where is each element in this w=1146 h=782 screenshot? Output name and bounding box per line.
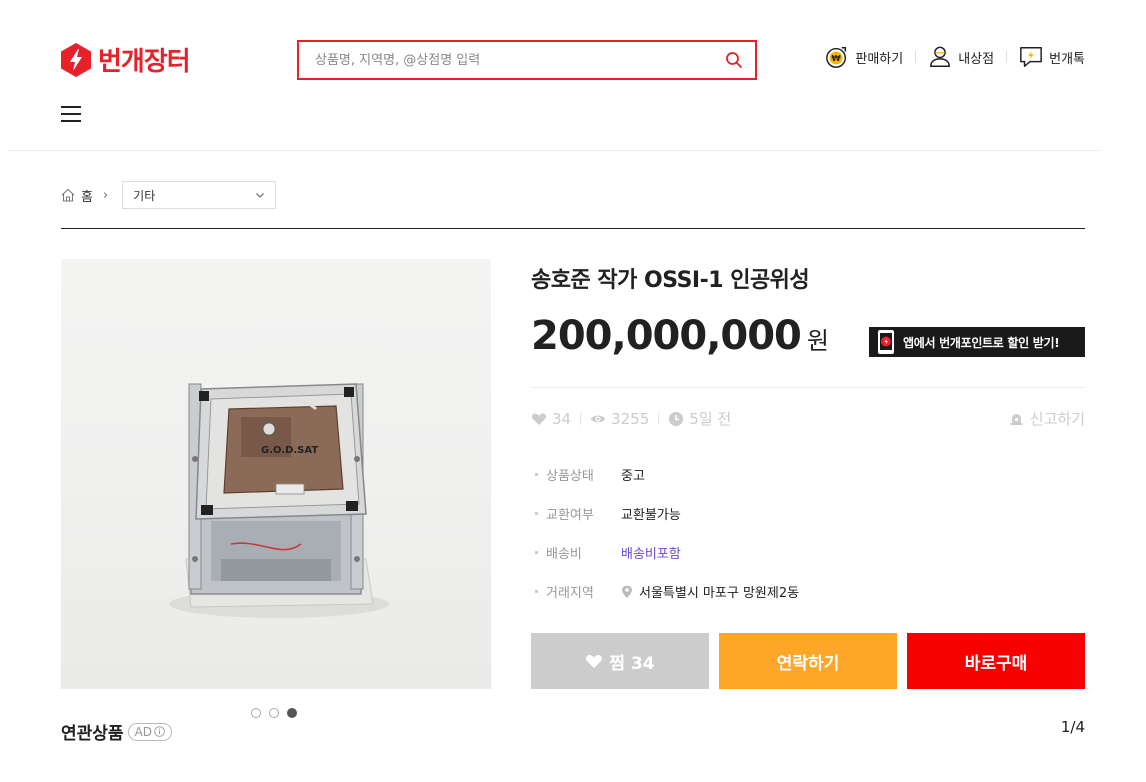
detail-value: 교환불가능 — [621, 508, 681, 523]
menu-divider — [915, 51, 917, 63]
stat-divider — [658, 412, 660, 425]
detail-value: 중고 — [621, 469, 645, 484]
sell-won-icon: ₩ — [826, 47, 847, 68]
ad-badge[interactable]: AD — [127, 722, 173, 741]
home-icon[interactable] — [61, 188, 75, 202]
carousel-dot[interactable] — [251, 708, 261, 718]
clock-icon — [669, 411, 684, 426]
logo[interactable]: 번개장터 — [60, 41, 191, 78]
chevron-right-icon: › — [102, 187, 109, 203]
related-products-header: 연관상품 AD — [61, 719, 173, 744]
location-pin-icon — [622, 585, 632, 598]
eye-icon — [590, 415, 606, 422]
menu-divider — [1006, 51, 1008, 63]
time-stat: 5일 전 — [668, 408, 731, 429]
detail-label: 교환여부 — [535, 504, 621, 523]
likes-count: 34 — [552, 409, 572, 428]
search-icon[interactable] — [725, 51, 743, 69]
sell-label: 판매하기 — [855, 51, 904, 67]
search-bar[interactable] — [297, 40, 757, 80]
svg-text:₩: ₩ — [832, 53, 842, 63]
search-input[interactable] — [315, 52, 725, 68]
contact-button[interactable]: 연락하기 — [719, 633, 897, 689]
like-button[interactable]: 찜 34 — [531, 633, 709, 689]
svg-text:G.O.D.SAT: G.O.D.SAT — [261, 445, 318, 456]
chat-label: 번개톡 — [1049, 51, 1085, 67]
product-stats: 34 3255 5일 전 — [531, 408, 731, 429]
info-divider — [531, 387, 1085, 388]
buy-now-button[interactable]: 바로구매 — [907, 633, 1085, 689]
price-row: 200,000,000 원 — [531, 313, 829, 359]
action-buttons: 찜 34 연락하기 바로구매 — [531, 633, 1085, 689]
my-shop-button[interactable]: 내상점 — [928, 44, 994, 70]
breadcrumb: 홈 › 기타 — [61, 181, 277, 209]
shipping-fee-value: 배송비포함 — [621, 547, 681, 562]
detail-label: 배송비 — [535, 543, 621, 562]
header-menu: ₩ 판매하기 내상점 번개톡 — [825, 44, 1085, 70]
my-shop-label: 내상점 — [958, 51, 995, 67]
price-unit: 원 — [806, 327, 829, 355]
heart-icon — [586, 655, 603, 668]
phone-icon — [878, 330, 894, 354]
ad-label: AD — [134, 724, 153, 739]
views-stat: 3255 — [590, 410, 649, 428]
category-select-value: 기타 — [133, 188, 156, 203]
bunjang-logo-icon — [61, 42, 91, 77]
detail-row-exchange: 교환여부 교환불가능 — [535, 494, 799, 533]
info-icon — [154, 726, 165, 737]
views-count: 3255 — [611, 409, 650, 428]
chevron-down-icon — [256, 193, 265, 198]
app-banner-text: 앱에서 번개포인트로 할인 받기! — [903, 335, 1060, 350]
detail-label: 상품상태 — [535, 465, 621, 484]
heart-icon — [531, 413, 547, 425]
stat-divider — [580, 412, 582, 425]
report-button[interactable]: 신고하기 — [1009, 408, 1085, 429]
chat-button[interactable]: 번개톡 — [1019, 44, 1085, 70]
carousel-dot-active[interactable] — [287, 708, 297, 718]
siren-icon — [1010, 414, 1023, 425]
posted-time: 5일 전 — [689, 410, 732, 428]
image-carousel-dots — [251, 708, 297, 718]
location-text: 서울특별시 마포구 망원제2동 — [639, 586, 800, 601]
detail-row-condition: 상품상태 중고 — [535, 455, 799, 494]
detail-label: 거래지역 — [535, 582, 621, 601]
user-icon — [930, 46, 951, 67]
report-label: 신고하기 — [1029, 410, 1085, 428]
location-value: 서울특별시 마포구 망원제2동 — [621, 582, 799, 601]
product-details: 상품상태 중고 교환여부 교환불가능 배송비 배송비포함 거래지역 서울특별시 … — [535, 455, 799, 611]
likes-stat: 34 — [531, 410, 571, 428]
carousel-dot[interactable] — [269, 708, 279, 718]
product-price: 200,000,000 — [531, 313, 802, 359]
header-divider — [8, 150, 1101, 151]
related-pagination: 1/4 — [1060, 718, 1085, 736]
section-divider — [61, 228, 1085, 229]
product-image[interactable]: G.O.D.SAT — [61, 259, 491, 689]
product-title: 송호준 작가 OSSI-1 인공위성 — [531, 268, 810, 293]
hamburger-menu-icon[interactable] — [61, 106, 81, 122]
app-point-banner[interactable]: 앱에서 번개포인트로 할인 받기! — [869, 327, 1085, 357]
breadcrumb-home[interactable]: 홈 — [81, 186, 93, 205]
detail-row-location: 거래지역 서울특별시 마포구 망원제2동 — [535, 572, 799, 611]
satellite-photo: G.O.D.SAT — [169, 383, 389, 618]
like-button-label: 찜 34 — [609, 653, 655, 674]
sell-button[interactable]: ₩ 판매하기 — [825, 44, 903, 70]
detail-row-shipping: 배송비 배송비포함 — [535, 533, 799, 572]
category-select[interactable]: 기타 — [122, 181, 277, 209]
related-title: 연관상품 — [61, 724, 124, 744]
chat-icon — [1020, 47, 1043, 67]
logo-text: 번개장터 — [98, 47, 191, 77]
